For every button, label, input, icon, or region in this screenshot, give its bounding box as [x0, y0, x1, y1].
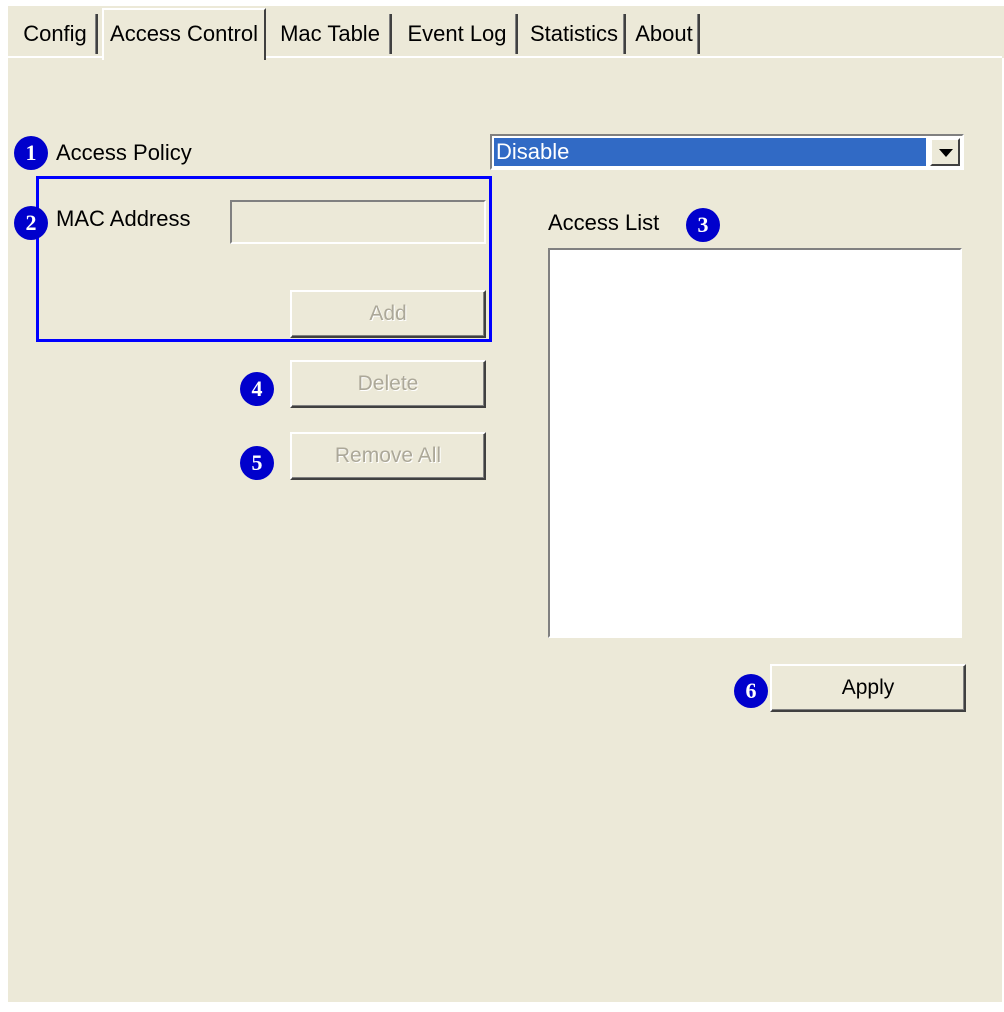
callout-badge-3: 3	[686, 208, 720, 242]
access-list-box[interactable]	[548, 248, 962, 638]
access-control-window: Config Access Control Mac Table Event Lo…	[0, 0, 1004, 1012]
callout-badge-4: 4	[240, 372, 274, 406]
access-policy-select[interactable]: Disable	[490, 134, 964, 170]
tab-mac-table[interactable]: Mac Table	[270, 14, 392, 54]
dropdown-arrow-button[interactable]	[930, 138, 960, 166]
access-list-label: Access List	[548, 210, 660, 235]
access-policy-selected-value: Disable	[494, 138, 926, 166]
callout-badge-5: 5	[240, 446, 274, 480]
mac-address-input[interactable]	[230, 200, 486, 244]
chevron-down-icon	[939, 149, 953, 157]
tab-access-control[interactable]: Access Control	[102, 8, 266, 60]
tab-strip: Config Access Control Mac Table Event Lo…	[8, 6, 1004, 60]
add-button[interactable]: Add	[290, 290, 486, 338]
apply-button[interactable]: Apply	[770, 664, 966, 712]
mac-address-label: MAC Address	[56, 206, 191, 231]
tab-about[interactable]: About	[630, 14, 700, 54]
callout-badge-2: 2	[14, 206, 48, 240]
tab-config[interactable]: Config	[14, 14, 98, 54]
access-policy-label: Access Policy	[56, 140, 192, 165]
tab-event-log[interactable]: Event Log	[398, 14, 518, 54]
remove-all-button[interactable]: Remove All	[290, 432, 486, 480]
tab-statistics[interactable]: Statistics	[524, 14, 626, 54]
delete-button[interactable]: Delete	[290, 360, 486, 408]
callout-badge-6: 6	[734, 674, 768, 708]
callout-badge-1: 1	[14, 136, 48, 170]
